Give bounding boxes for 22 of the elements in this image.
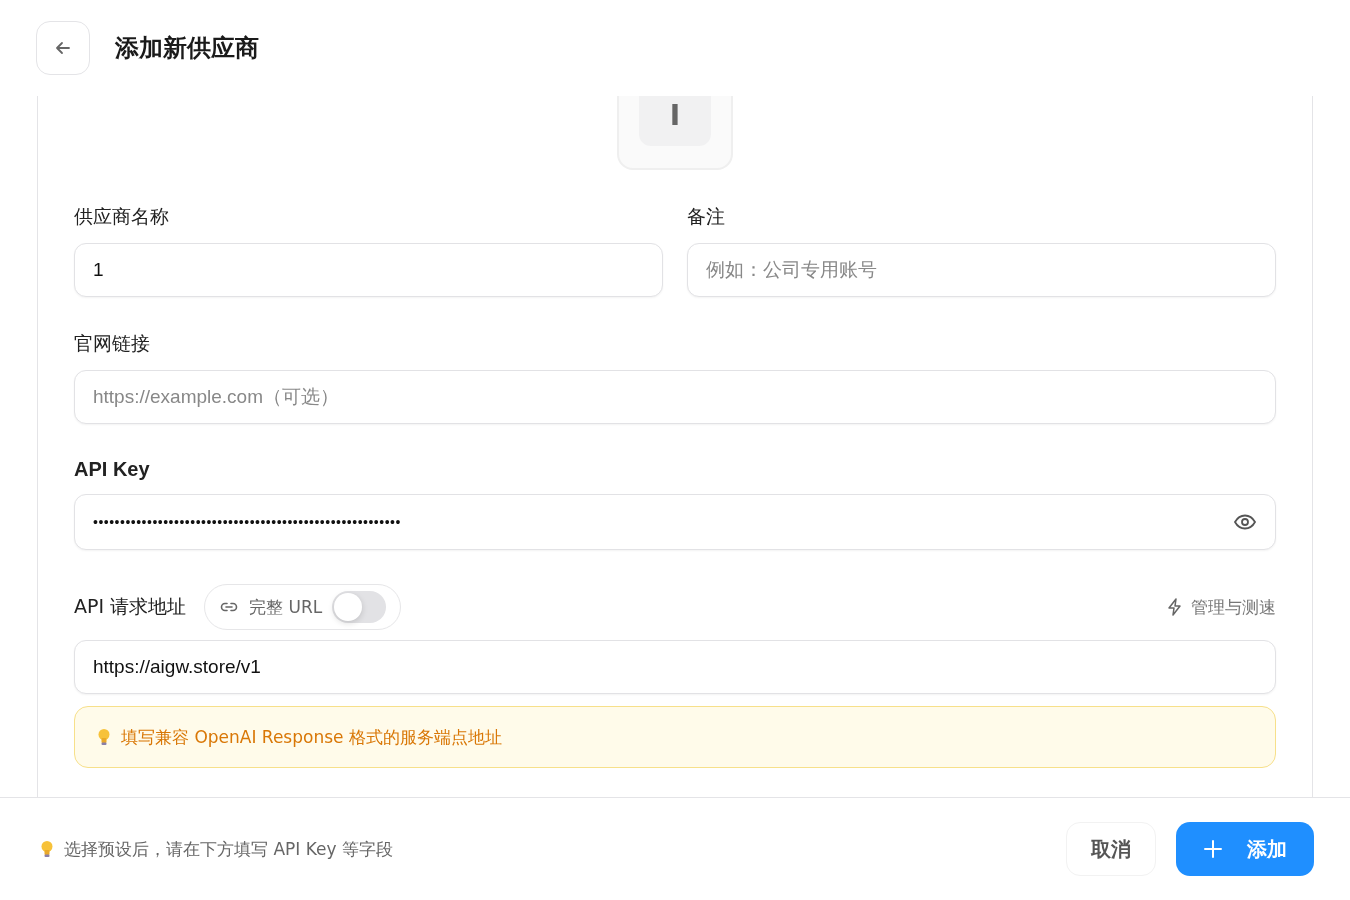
manage-speedtest-link[interactable]: 管理与测速 — [1165, 595, 1276, 619]
hint-text: 填写兼容 OpenAI Response 格式的服务端点地址 — [121, 725, 502, 749]
toggle-switch[interactable] — [332, 591, 387, 623]
field-label: 备注 — [687, 204, 726, 229]
field-label: 官网链接 — [74, 331, 151, 356]
page-title: 添加新供应商 — [115, 33, 259, 64]
input-field[interactable]: 1 — [74, 243, 663, 297]
plus-icon — [1203, 839, 1223, 859]
provider-letter: I — [669, 99, 681, 132]
field-label: API Key — [74, 458, 151, 481]
input-field[interactable]: https://aigw.store/v1 — [74, 640, 1276, 694]
toggle-label: 完整 URL — [249, 595, 323, 619]
field-label: 供应商名称 — [74, 204, 170, 229]
lightbulb-icon — [40, 840, 54, 858]
back-button[interactable] — [36, 21, 90, 75]
cancel-button[interactable]: 取消 — [1066, 822, 1156, 876]
input-field[interactable]: https://example.com（可选） — [74, 370, 1276, 424]
lightbulb-icon — [97, 728, 111, 746]
api-key-field[interactable]: ••••••••••••••••••••••••••••••••••••••••••••••••••••••••• — [74, 494, 1276, 550]
input-field[interactable]: 例如：公司专用账号 — [687, 243, 1276, 297]
footer-tip: 选择预设后，请在下方填写 API Key 等字段 — [64, 837, 393, 861]
field-label: API 请求地址 — [74, 594, 187, 619]
